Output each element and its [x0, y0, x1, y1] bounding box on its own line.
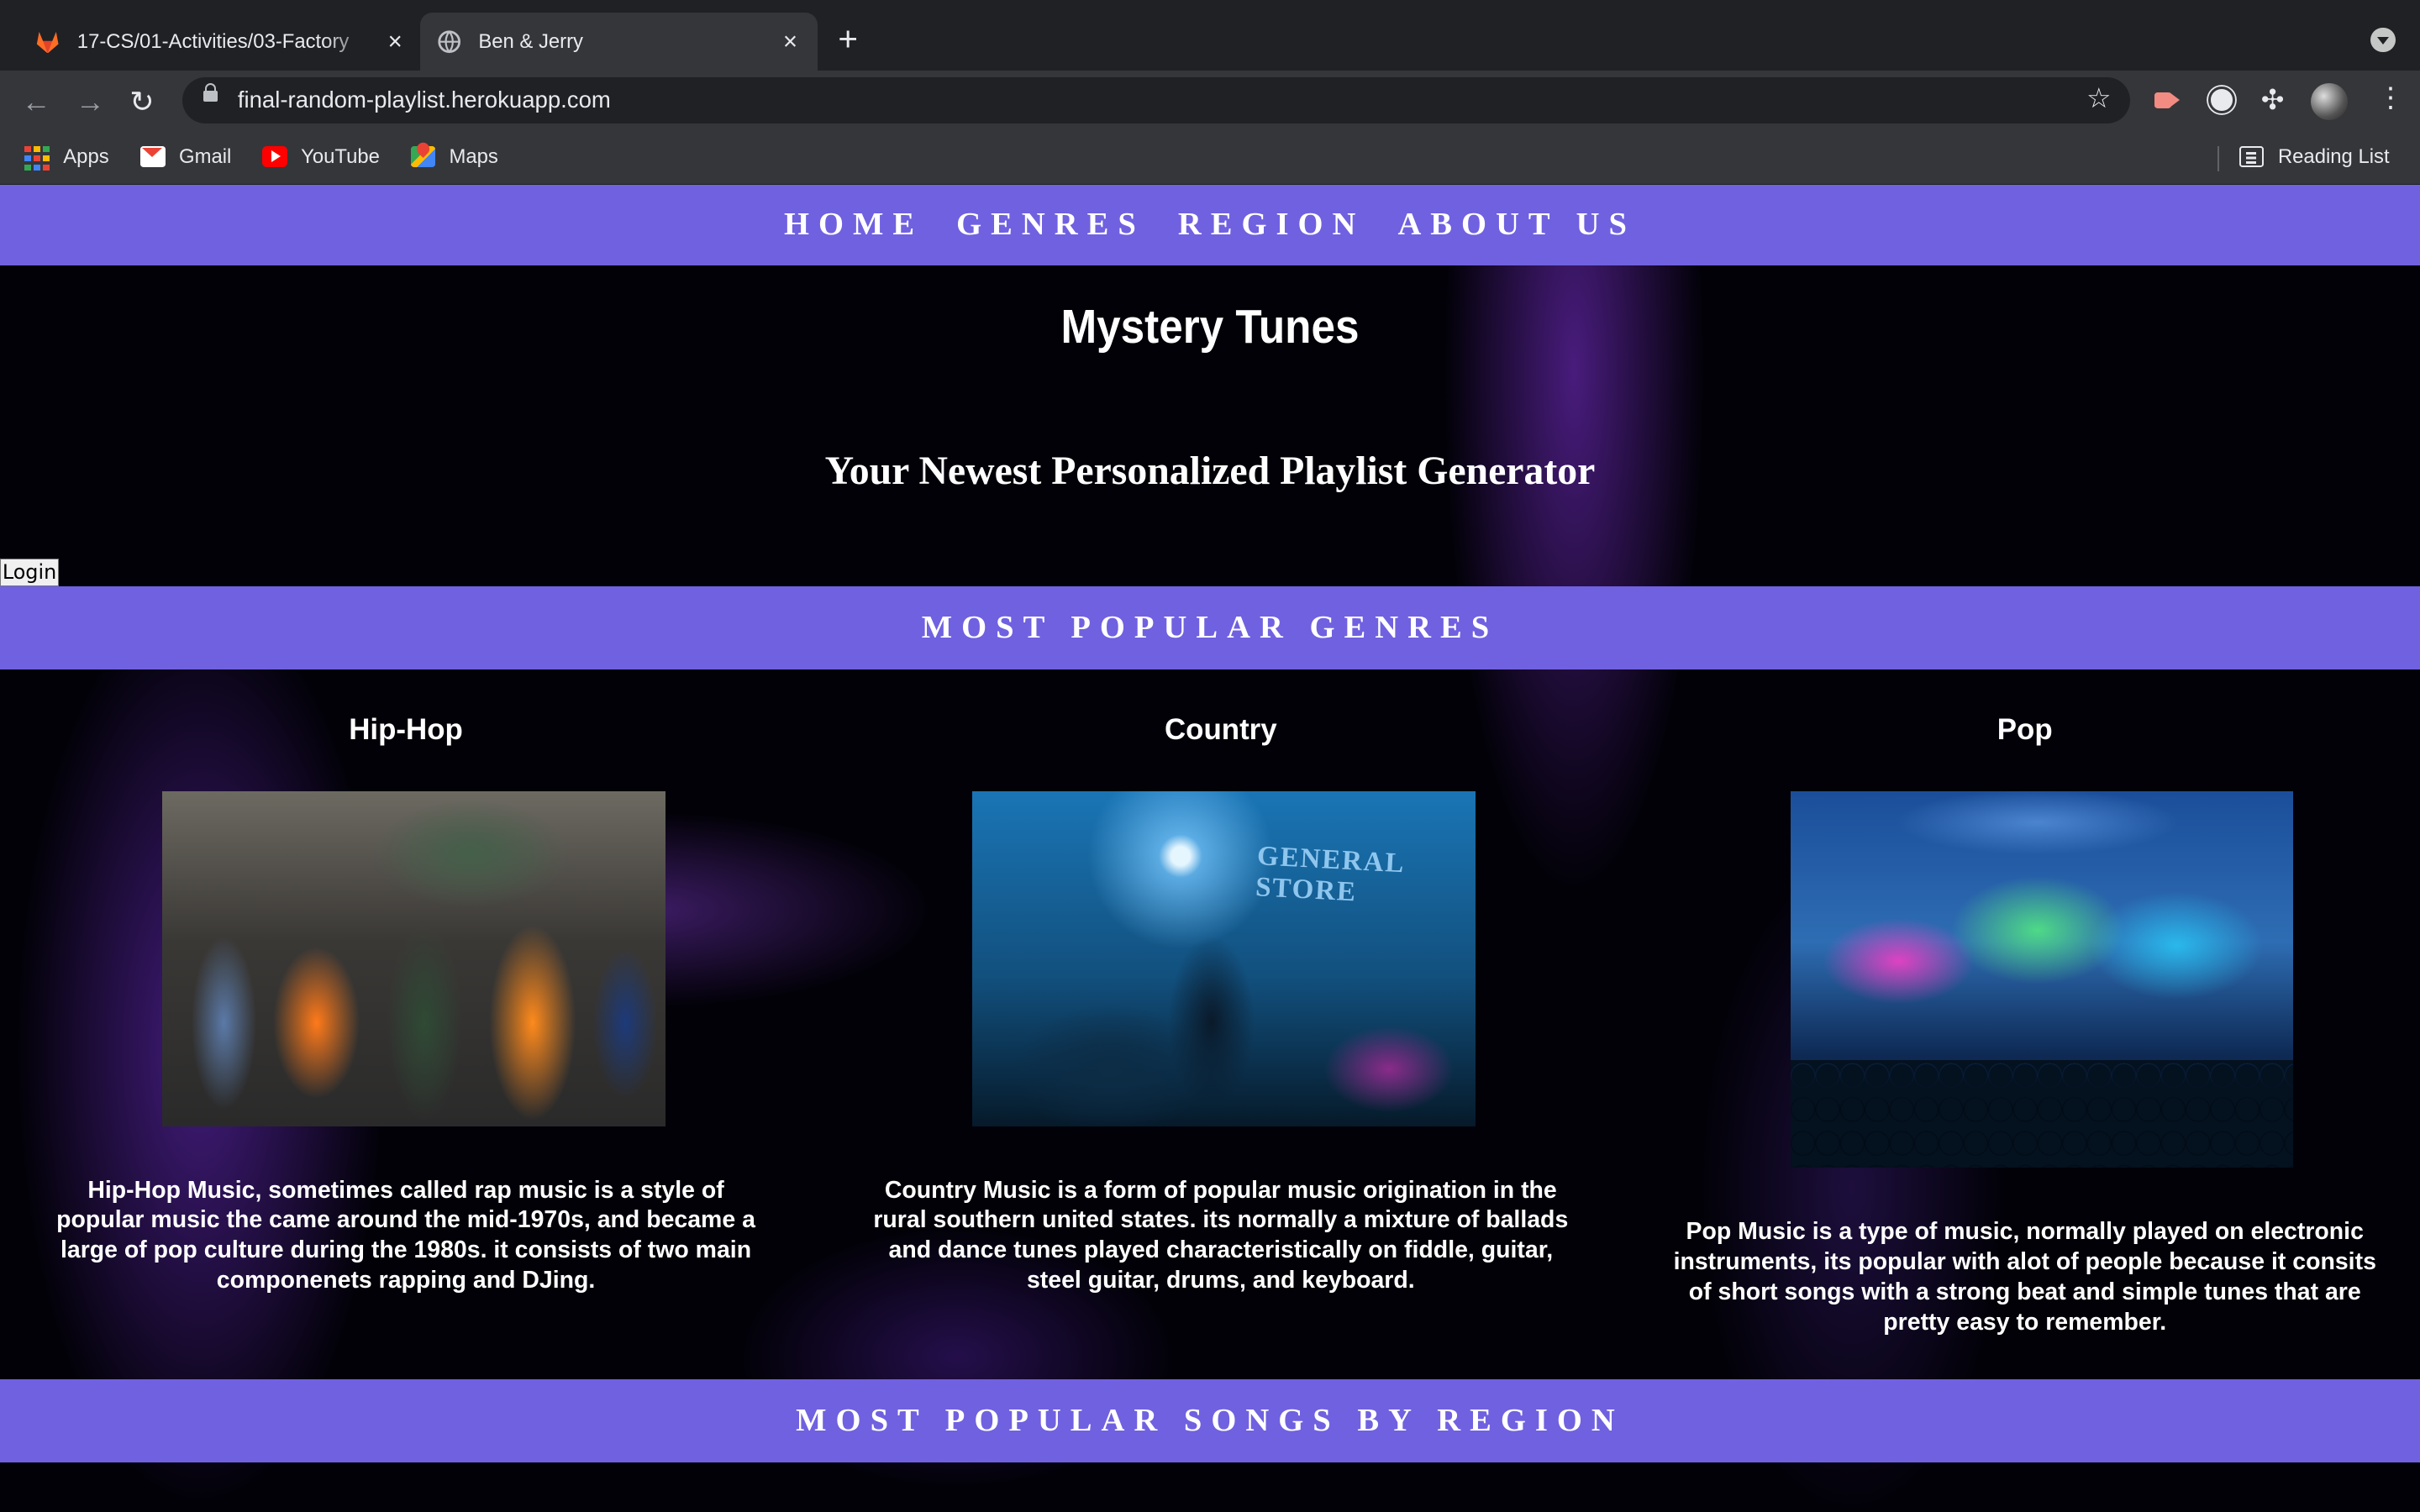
bookmark-label: Gmail — [179, 144, 232, 168]
back-arrow-icon[interactable]: ← — [22, 81, 51, 123]
reading-list-label: Reading List — [2277, 144, 2390, 168]
reading-list-button[interactable]: Reading List — [2239, 145, 2390, 169]
genre-title-pop: Pop — [1996, 712, 2053, 746]
tab-ben-and-jerry[interactable]: Ben & Jerry × — [419, 12, 818, 71]
crowd-silhouette — [1790, 1059, 2294, 1168]
pop-image — [1790, 791, 2294, 1168]
login-button[interactable]: Login — [0, 558, 60, 586]
maps-icon — [410, 145, 435, 168]
screen-recorder-extension-icon[interactable] — [2151, 85, 2182, 116]
nav-region[interactable]: REGION — [1178, 207, 1365, 242]
close-icon[interactable]: × — [778, 28, 802, 56]
bookmark-maps[interactable]: Maps — [410, 144, 498, 169]
country-image: GENERAL STORE — [972, 791, 1476, 1126]
general-store-sign: GENERAL STORE — [1255, 841, 1405, 908]
reload-icon[interactable]: ↻ — [129, 81, 154, 123]
url-text[interactable]: final-random-playlist.herokuapp.com — [238, 87, 611, 113]
profile-avatar[interactable] — [2310, 83, 2348, 121]
genre-title-country: Country — [1164, 712, 1277, 746]
genres-heading: MOST POPULAR GENRES — [0, 585, 2420, 670]
nav-genres[interactable]: GENRES — [956, 207, 1145, 242]
bookmark-label: Apps — [63, 144, 109, 168]
tab-gitlab[interactable]: 17-CS/01-Activities/03-Factory × — [18, 13, 423, 71]
apps-icon — [24, 145, 50, 171]
site-title: Mystery Tunes — [1060, 300, 1360, 354]
genre-description-pop: Pop Music is a type of music, normally p… — [1673, 1218, 2376, 1336]
extensions-puzzle-icon[interactable]: ✣ — [2261, 83, 2285, 117]
bookmark-apps[interactable]: Apps — [24, 144, 109, 171]
browser-toolbar: ← → ↻ final-random-playlist.herokuapp.co… — [0, 71, 2420, 133]
hiphop-image — [161, 791, 666, 1126]
globe-icon — [435, 28, 463, 55]
site-subtitle: Your Newest Personalized Playlist Genera… — [824, 448, 1596, 493]
bookmark-label: YouTube — [301, 144, 380, 168]
address-bar[interactable]: final-random-playlist.herokuapp.com ☆ — [182, 76, 2130, 123]
tab-search-chevron-icon[interactable] — [2370, 28, 2396, 53]
gmail-icon — [140, 145, 166, 168]
genre-description-country: Country Music is a form of popular music… — [873, 1176, 1569, 1294]
page-viewport: HOME GENRES REGION ABOUT US Mystery Tune… — [0, 185, 2420, 1512]
extension-circle-icon[interactable] — [2207, 85, 2238, 116]
close-icon[interactable]: × — [383, 28, 408, 56]
nav-home[interactable]: HOME — [784, 207, 923, 242]
site-nav: HOME GENRES REGION ABOUT US — [0, 185, 2420, 265]
gitlab-icon — [34, 28, 61, 55]
region-heading: MOST POPULAR SONGS BY REGION — [0, 1378, 2420, 1463]
bookmark-label: Maps — [449, 144, 498, 168]
bookmark-star-icon[interactable]: ☆ — [2086, 81, 2112, 115]
browser-menu-icon[interactable]: ⋮ — [2377, 81, 2405, 114]
bookmark-gmail[interactable]: Gmail — [140, 145, 231, 169]
reading-list-icon — [2239, 145, 2265, 168]
bookmarks-bar: Apps Gmail YouTube Maps Reading List — [0, 132, 2420, 186]
genre-title-hiphop: Hip-Hop — [349, 712, 463, 746]
bookmark-youtube[interactable]: YouTube — [262, 145, 380, 169]
tab-title: Ben & Jerry — [478, 29, 583, 53]
tab-strip: 17-CS/01-Activities/03-Factory × Ben & J… — [0, 0, 2420, 71]
genre-description-hiphop: Hip-Hop Music, sometimes called rap musi… — [56, 1176, 755, 1294]
new-tab-plus-icon[interactable]: + — [838, 22, 858, 55]
nav-about-us[interactable]: ABOUT US — [1397, 207, 1636, 242]
youtube-icon — [262, 145, 287, 168]
lock-icon — [203, 83, 218, 102]
forward-arrow-icon[interactable]: → — [76, 81, 105, 123]
tab-title: 17-CS/01-Activities/03-Factory — [76, 29, 350, 53]
bookmarks-divider — [2217, 146, 2220, 171]
